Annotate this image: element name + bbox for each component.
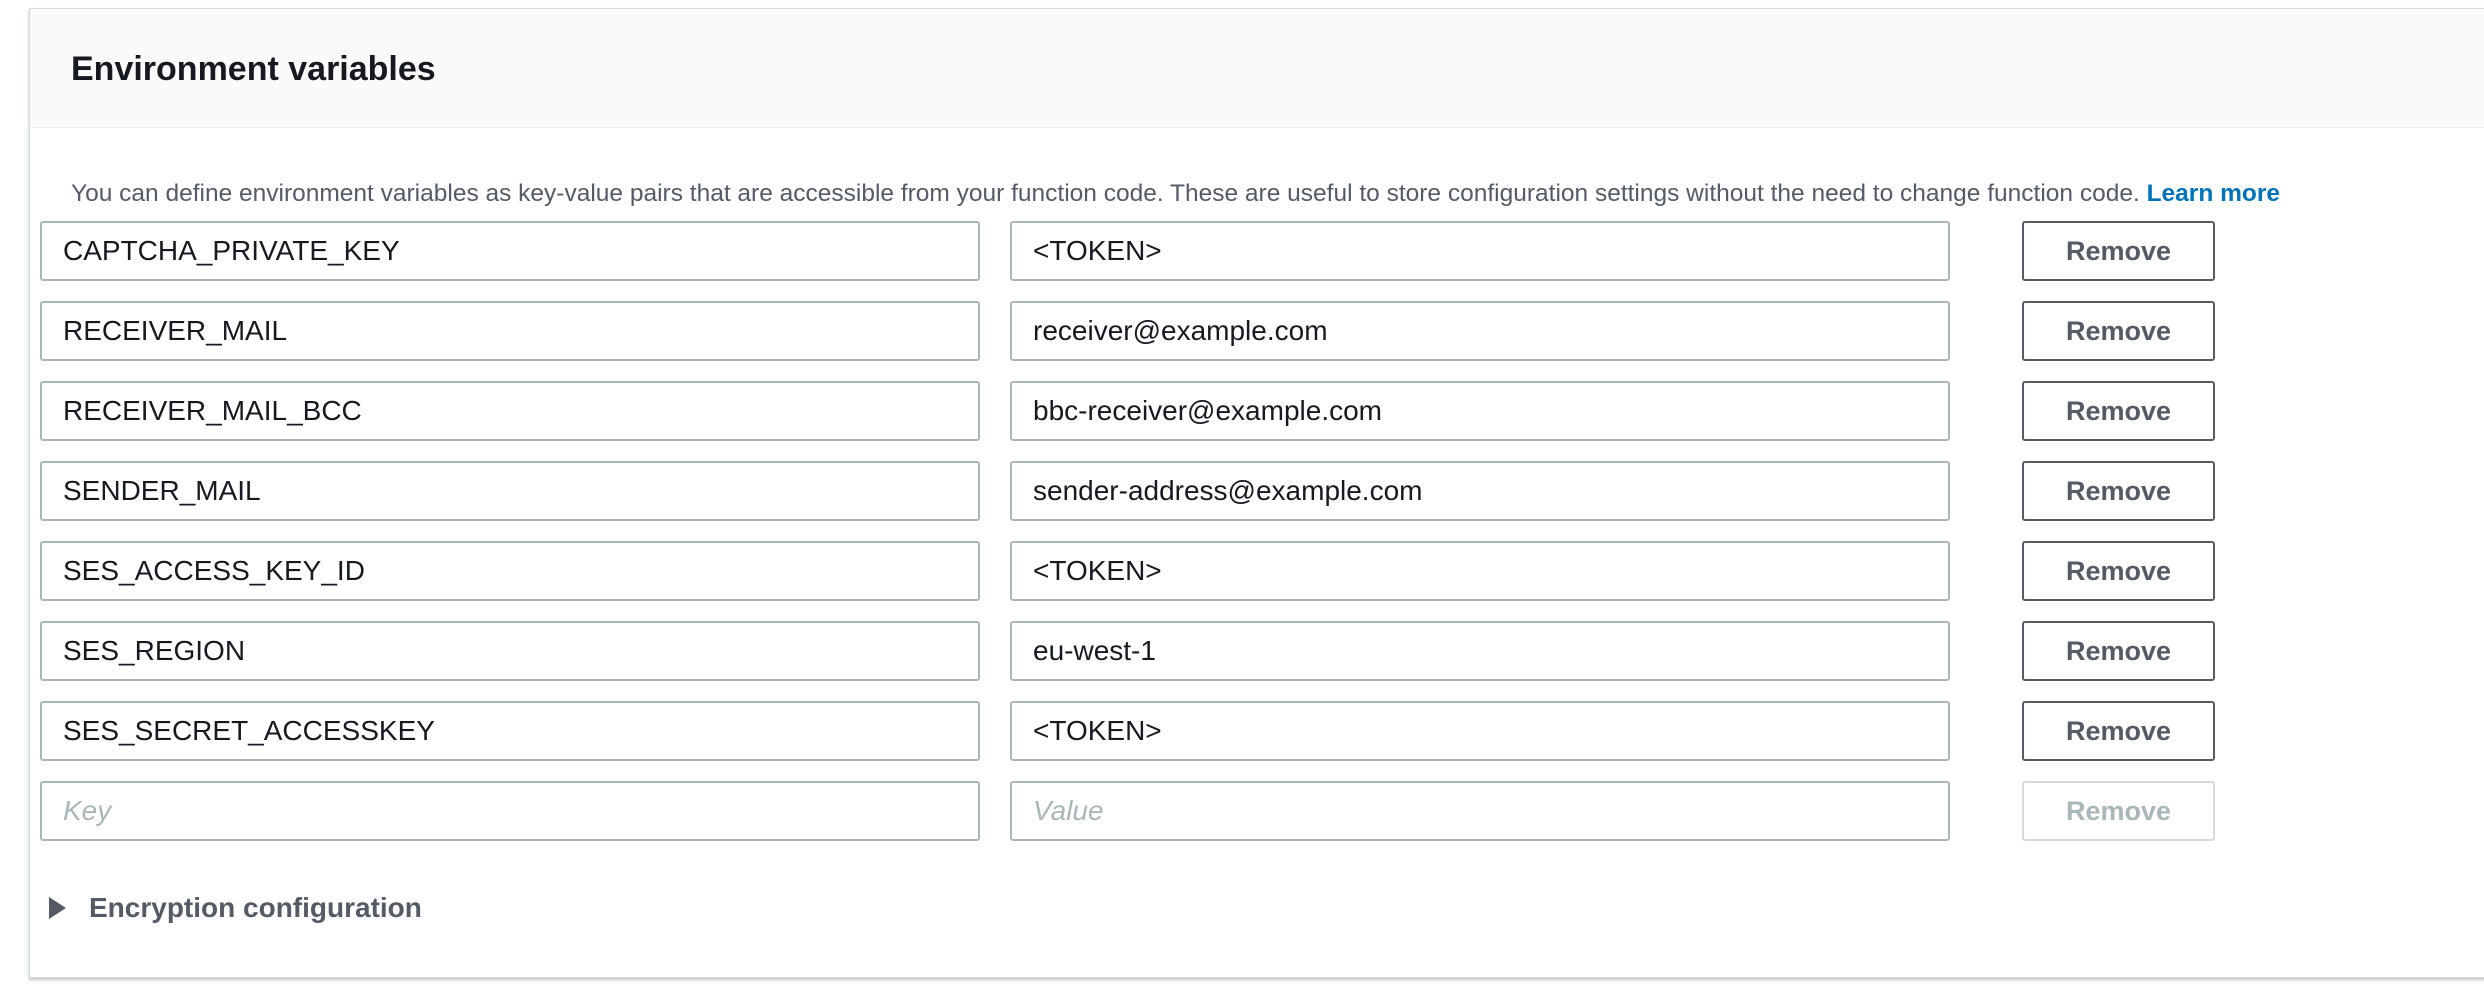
- variable-key-input[interactable]: [40, 621, 980, 681]
- panel-header: Environment variables: [30, 9, 2484, 128]
- learn-more-link[interactable]: Learn more: [2147, 180, 2280, 207]
- remove-button[interactable]: Remove: [2022, 461, 2215, 521]
- caret-right-icon: [49, 897, 66, 919]
- variable-value-input[interactable]: [1010, 621, 1950, 681]
- remove-button[interactable]: Remove: [2022, 381, 2215, 441]
- remove-button[interactable]: Remove: [2022, 701, 2215, 761]
- variable-value-input[interactable]: [1010, 541, 1950, 601]
- new-key-input[interactable]: [40, 781, 980, 841]
- variable-value-input[interactable]: [1010, 221, 1950, 281]
- variable-row: Remove: [40, 221, 2220, 281]
- variable-row: Remove: [40, 381, 2220, 441]
- variable-value-input[interactable]: [1010, 461, 1950, 521]
- variable-value-input[interactable]: [1010, 701, 1950, 761]
- variable-key-input[interactable]: [40, 541, 980, 601]
- remove-button-disabled: Remove: [2022, 781, 2215, 841]
- variable-value-input[interactable]: [1010, 301, 1950, 361]
- panel-description: You can define environment variables as …: [71, 179, 2280, 209]
- variable-value-input[interactable]: [1010, 381, 1950, 441]
- variable-row: Remove: [40, 621, 2220, 681]
- variable-row: Remove: [40, 461, 2220, 521]
- remove-button[interactable]: Remove: [2022, 221, 2215, 281]
- variable-row: Remove: [40, 541, 2220, 601]
- variable-key-input[interactable]: [40, 301, 980, 361]
- encryption-configuration-label: Encryption configuration: [89, 892, 422, 923]
- remove-button[interactable]: Remove: [2022, 301, 2215, 361]
- variable-key-input[interactable]: [40, 701, 980, 761]
- encryption-configuration-toggle[interactable]: Encryption configuration: [49, 888, 422, 928]
- new-variable-row: Remove: [40, 781, 2220, 841]
- variable-key-input[interactable]: [40, 381, 980, 441]
- variable-key-input[interactable]: [40, 221, 980, 281]
- variable-row: Remove: [40, 701, 2220, 761]
- remove-button[interactable]: Remove: [2022, 621, 2215, 681]
- panel-title: Environment variables: [71, 50, 436, 88]
- remove-button[interactable]: Remove: [2022, 541, 2215, 601]
- new-value-input[interactable]: [1010, 781, 1950, 841]
- description-text: You can define environment variables as …: [71, 180, 2140, 207]
- variable-key-input[interactable]: [40, 461, 980, 521]
- variable-row: Remove: [40, 301, 2220, 361]
